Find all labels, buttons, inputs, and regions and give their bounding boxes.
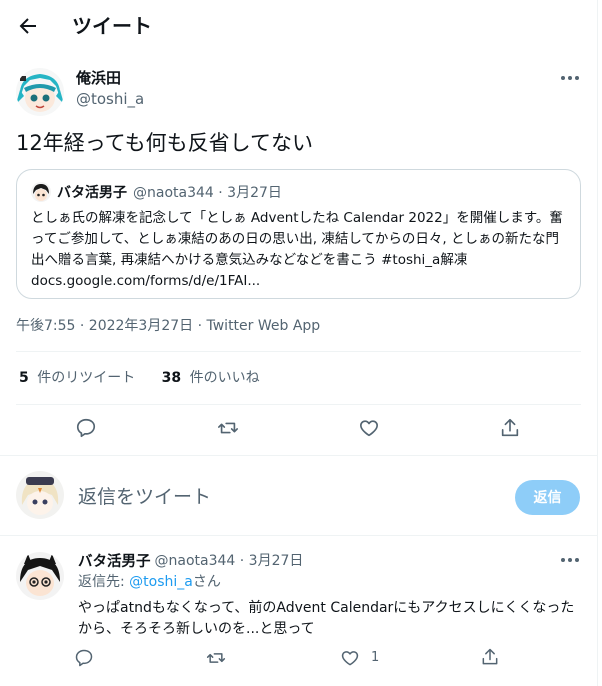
replying-suffix: さん xyxy=(192,574,221,590)
avatar[interactable] xyxy=(16,68,64,116)
reply-header: バタ活男子 @naota344 · 3月27日 xyxy=(78,550,303,570)
share-icon[interactable] xyxy=(499,417,521,439)
quoted-tweet-text: としぁ氏の解凍を記念して「としぁ Adventしたね Calendar 2022… xyxy=(31,210,563,289)
quoted-author-handle: @naota344 · 3月27日 xyxy=(133,185,282,201)
retweet-icon[interactable] xyxy=(217,417,239,439)
replying-mention-link[interactable]: @toshi_a xyxy=(129,574,193,590)
quoted-tweet-header: バタ活男子 @naota344 · 3月27日 xyxy=(31,182,282,202)
author-handle[interactable]: @toshi_a xyxy=(76,89,144,109)
reply-icon[interactable] xyxy=(74,648,94,668)
reply-compose-input[interactable]: 返信をツイート xyxy=(78,484,211,510)
replying-to: 返信先: @toshi_aさん xyxy=(78,572,221,592)
avatar xyxy=(16,471,64,519)
like-label[interactable]: 件のいいね xyxy=(190,370,260,386)
reply-author-handle[interactable]: @naota344 · 3月27日 xyxy=(155,550,304,570)
replying-prefix: 返信先: xyxy=(78,574,130,590)
like-count[interactable]: 38 xyxy=(162,370,181,386)
engagement-stats: 5 件のリツイート 38 件のいいね xyxy=(19,368,260,388)
divider xyxy=(0,455,597,456)
divider xyxy=(16,404,581,405)
author-name[interactable]: 俺浜田 xyxy=(76,68,121,88)
quoted-tweet-card[interactable]: バタ活男子 @naota344 · 3月27日 としぁ氏の解凍を記念して「としぁ… xyxy=(16,169,581,299)
reply-author-name[interactable]: バタ活男子 xyxy=(78,550,151,571)
like-icon[interactable] xyxy=(340,648,360,668)
page-title: ツイート xyxy=(72,14,152,38)
quoted-author-name: バタ活男子 xyxy=(57,185,127,201)
retweet-count[interactable]: 5 xyxy=(19,370,29,386)
back-arrow-icon[interactable] xyxy=(16,14,40,38)
avatar[interactable] xyxy=(16,552,64,600)
reply-button[interactable]: 返信 xyxy=(515,480,580,515)
divider xyxy=(16,351,581,352)
like-icon[interactable] xyxy=(358,417,380,439)
more-icon[interactable] xyxy=(558,548,582,572)
share-icon[interactable] xyxy=(480,647,500,667)
reply-like-count[interactable]: 1 xyxy=(371,650,379,665)
avatar xyxy=(31,182,51,202)
retweet-icon[interactable] xyxy=(206,648,226,668)
tweet-timestamp[interactable]: 午後7:55 · 2022年3月27日 · Twitter Web App xyxy=(16,316,320,336)
more-icon[interactable] xyxy=(558,66,582,90)
column-border xyxy=(597,0,598,686)
retweet-label[interactable]: 件のリツイート xyxy=(37,370,135,386)
reply-text: やっぱatndもなくなって、前のAdvent Calendarにもアクセスしにく… xyxy=(78,600,575,637)
divider xyxy=(0,535,597,536)
tweet-text: 12年経っても何も反省してない xyxy=(16,131,313,155)
reply-icon[interactable] xyxy=(75,417,97,439)
